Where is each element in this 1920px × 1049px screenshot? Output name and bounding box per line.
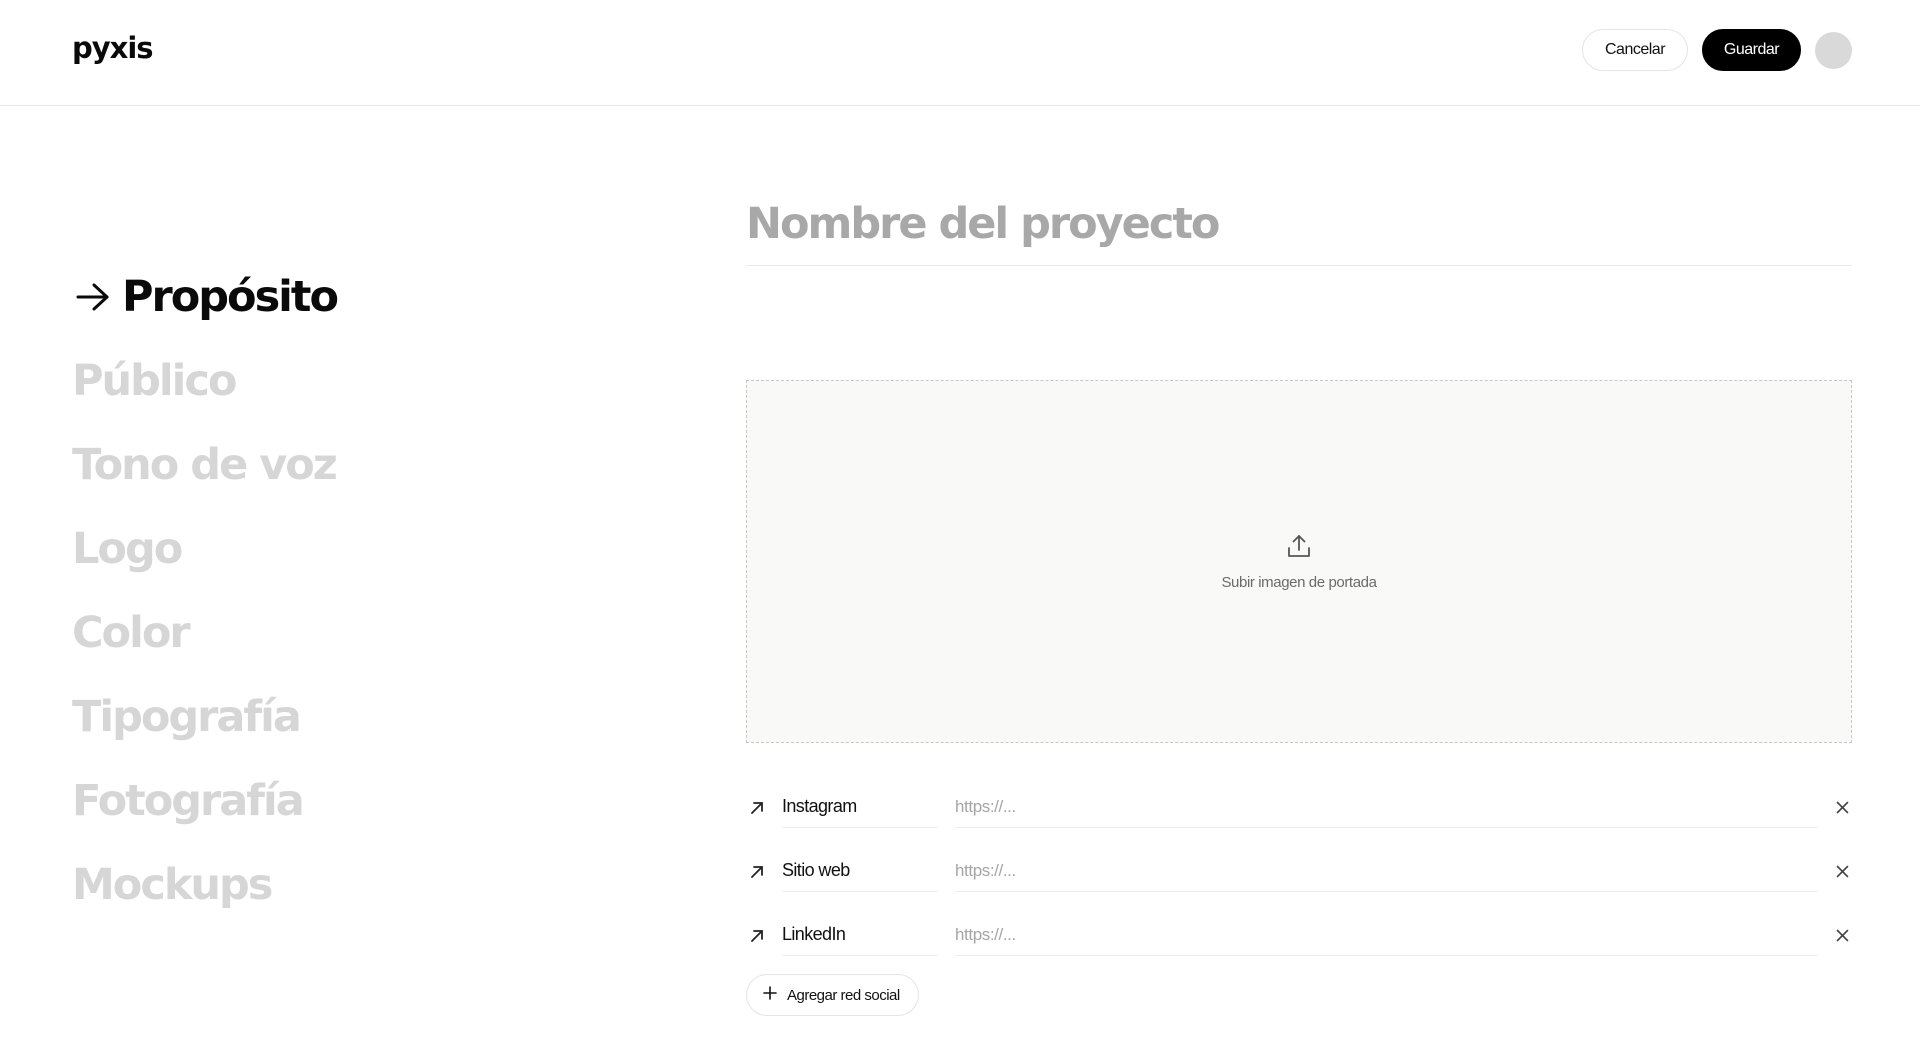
- social-url-input[interactable]: [955, 850, 1818, 892]
- nav-item-label: Fotografía: [72, 776, 305, 826]
- social-row-sitio-web: Sitio web: [746, 840, 1852, 904]
- header-actions: Cancelar Guardar: [1582, 29, 1852, 71]
- project-name-input[interactable]: [746, 194, 1852, 266]
- social-name: LinkedIn: [782, 914, 938, 956]
- nav-item-fotografia[interactable]: Fotografía: [72, 759, 337, 843]
- social-links-list: Instagram Sitio web: [746, 776, 1852, 968]
- nav-item-label: Logo: [72, 524, 183, 574]
- nav-item-color[interactable]: Color: [72, 591, 337, 675]
- nav-item-proposito[interactable]: Propósito: [72, 255, 339, 339]
- social-row-instagram: Instagram: [746, 776, 1852, 840]
- plus-icon: [763, 986, 777, 1004]
- nav-item-label: Mockups: [72, 860, 273, 910]
- add-social-button[interactable]: Agregar red social: [746, 974, 919, 1016]
- arrow-right-icon: [76, 282, 122, 312]
- upload-icon: [1286, 533, 1312, 564]
- cover-image-dropzone[interactable]: Subir imagen de portada: [746, 380, 1852, 743]
- nav-item-tono-de-voz[interactable]: Tono de voz: [72, 423, 338, 507]
- nav-item-label: Tono de voz: [72, 440, 338, 490]
- arrow-up-right-icon: [749, 864, 769, 880]
- close-icon[interactable]: [1832, 925, 1852, 945]
- top-bar: pyxis Cancelar Guardar: [0, 0, 1920, 106]
- social-url-input[interactable]: [955, 914, 1818, 956]
- avatar[interactable]: [1815, 31, 1852, 69]
- save-button[interactable]: Guardar: [1702, 29, 1801, 71]
- section-nav: Propósito Público Tono de voz Logo Color…: [72, 255, 339, 927]
- close-icon[interactable]: [1832, 861, 1852, 881]
- arrow-up-right-icon: [749, 928, 769, 944]
- add-social-label: Agregar red social: [787, 986, 900, 1004]
- nav-item-label: Tipografía: [72, 692, 302, 742]
- nav-item-label: Propósito: [122, 272, 339, 322]
- nav-item-mockups[interactable]: Mockups: [72, 843, 337, 927]
- brand-logo[interactable]: pyxis: [72, 28, 154, 68]
- close-icon[interactable]: [1832, 797, 1852, 817]
- nav-item-publico[interactable]: Público: [72, 339, 337, 423]
- cancel-button[interactable]: Cancelar: [1582, 29, 1688, 71]
- nav-item-logo[interactable]: Logo: [72, 507, 337, 591]
- social-name: Instagram: [782, 786, 938, 828]
- social-url-input[interactable]: [955, 786, 1818, 828]
- arrow-up-right-icon: [749, 800, 769, 816]
- nav-item-tipografia[interactable]: Tipografía: [72, 675, 337, 759]
- upload-label: Subir imagen de portada: [1221, 573, 1377, 591]
- nav-item-label: Público: [72, 356, 237, 406]
- social-name: Sitio web: [782, 850, 938, 892]
- nav-item-label: Color: [72, 608, 191, 658]
- social-row-linkedin: LinkedIn: [746, 904, 1852, 968]
